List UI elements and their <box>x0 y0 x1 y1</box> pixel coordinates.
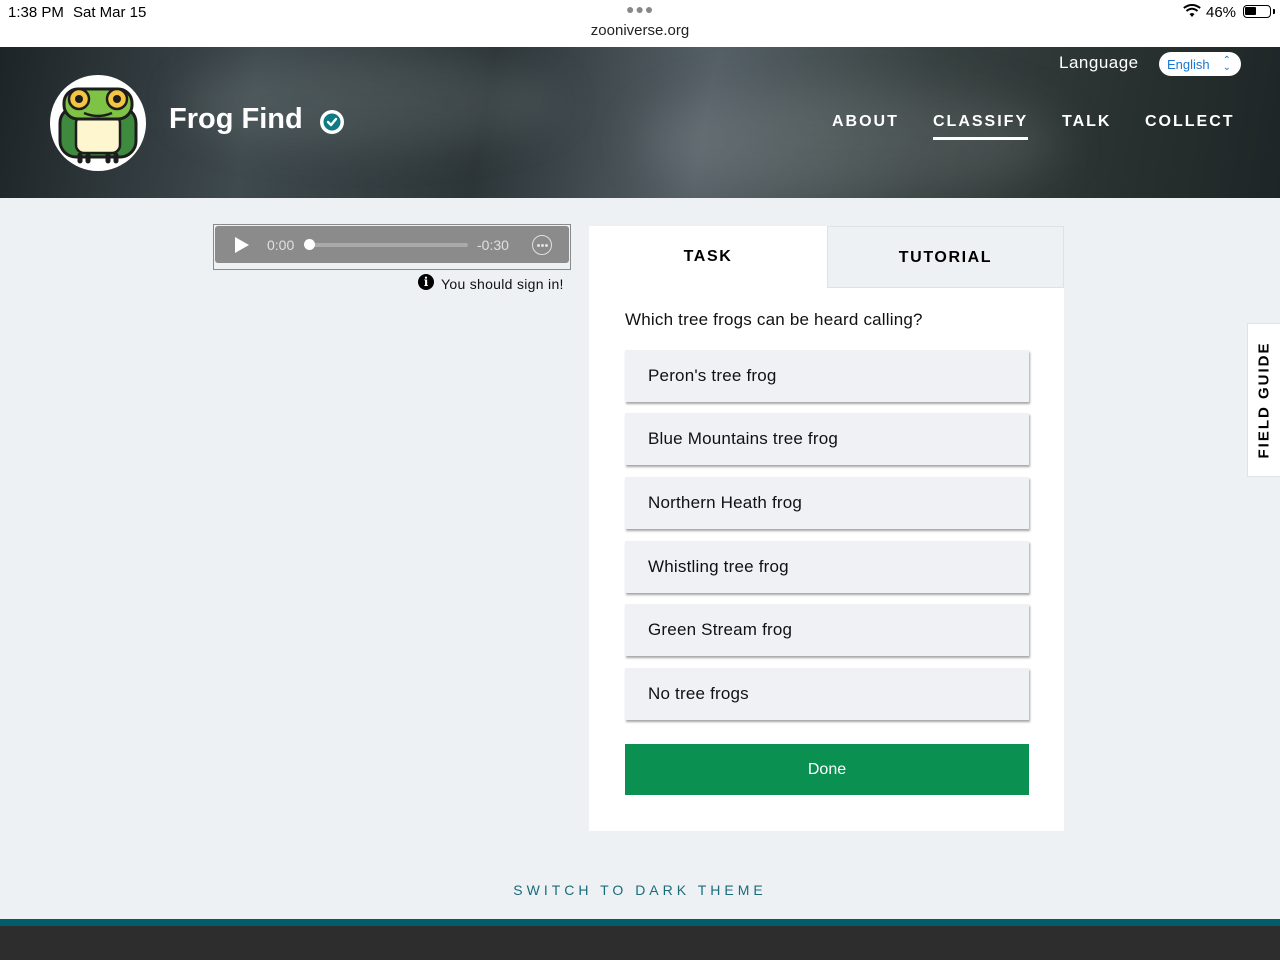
answer-option[interactable]: Northern Heath frog <box>625 477 1029 529</box>
tab-task[interactable]: TASK <box>589 226 827 288</box>
project-header: Frog Find Language English ⌃ ⌄ ABOUT CLAS… <box>0 47 1280 198</box>
current-time: 0:00 <box>267 237 295 253</box>
task-question: Which tree frogs can be heard calling? <box>625 310 923 329</box>
answer-option[interactable]: Peron's tree frog <box>625 350 1029 402</box>
answer-option[interactable]: Whistling tree frog <box>625 541 1029 593</box>
status-date: Sat Mar 15 <box>73 4 147 21</box>
nav-about[interactable]: ABOUT <box>832 113 899 131</box>
audio-controls: 0:00 -0:30 <box>215 226 569 263</box>
language-value: English <box>1167 57 1210 72</box>
status-time: 1:38 PM <box>8 4 64 21</box>
language-select[interactable]: English ⌃ ⌄ <box>1159 52 1241 76</box>
nav-talk[interactable]: TALK <box>1062 113 1111 131</box>
play-icon[interactable] <box>235 237 249 253</box>
audio-player: 0:00 -0:30 <box>213 224 571 270</box>
footer-divider <box>0 919 1280 926</box>
chevron-updown-icon: ⌃ ⌄ <box>1222 55 1231 73</box>
switch-dark-theme-button[interactable]: SWITCH TO DARK THEME <box>0 882 1280 898</box>
field-guide-tab[interactable]: FIELD GUIDE <box>1247 323 1280 477</box>
seek-thumb[interactable] <box>304 239 315 250</box>
answer-option[interactable]: Green Stream frog <box>625 604 1029 656</box>
remaining-time: -0:30 <box>477 237 509 253</box>
info-icon: i <box>418 274 434 290</box>
nav-collect[interactable]: COLLECT <box>1145 113 1235 131</box>
verified-badge-icon <box>320 110 344 134</box>
field-guide-label: FIELD GUIDE <box>1255 341 1273 459</box>
done-button[interactable]: Done <box>625 744 1029 795</box>
wifi-icon <box>1183 4 1201 17</box>
language-label: Language <box>1059 53 1139 72</box>
footer <box>0 926 1280 960</box>
nav-classify[interactable]: CLASSIFY <box>933 113 1029 140</box>
project-title[interactable]: Frog Find <box>169 103 303 136</box>
frog-logo-icon <box>58 87 138 164</box>
task-panel: TASK TUTORIAL Which tree frogs can be he… <box>589 226 1064 831</box>
more-dots-icon[interactable]: ●●● <box>626 1 654 17</box>
answer-option[interactable]: Blue Mountains tree frog <box>625 413 1029 465</box>
battery-icon <box>1243 5 1275 18</box>
more-options-icon[interactable] <box>532 235 552 255</box>
project-avatar[interactable] <box>50 75 146 171</box>
address-bar-url[interactable]: zooniverse.org <box>0 22 1280 39</box>
status-bar: 1:38 PM Sat Mar 15 ●●● zooniverse.org 46… <box>0 0 1280 47</box>
answer-option[interactable]: No tree frogs <box>625 668 1029 720</box>
tab-tutorial[interactable]: TUTORIAL <box>827 226 1064 288</box>
battery-percent: 46% <box>1206 4 1237 21</box>
signin-notice: You should sign in! <box>441 276 564 292</box>
seek-track[interactable] <box>310 243 468 247</box>
